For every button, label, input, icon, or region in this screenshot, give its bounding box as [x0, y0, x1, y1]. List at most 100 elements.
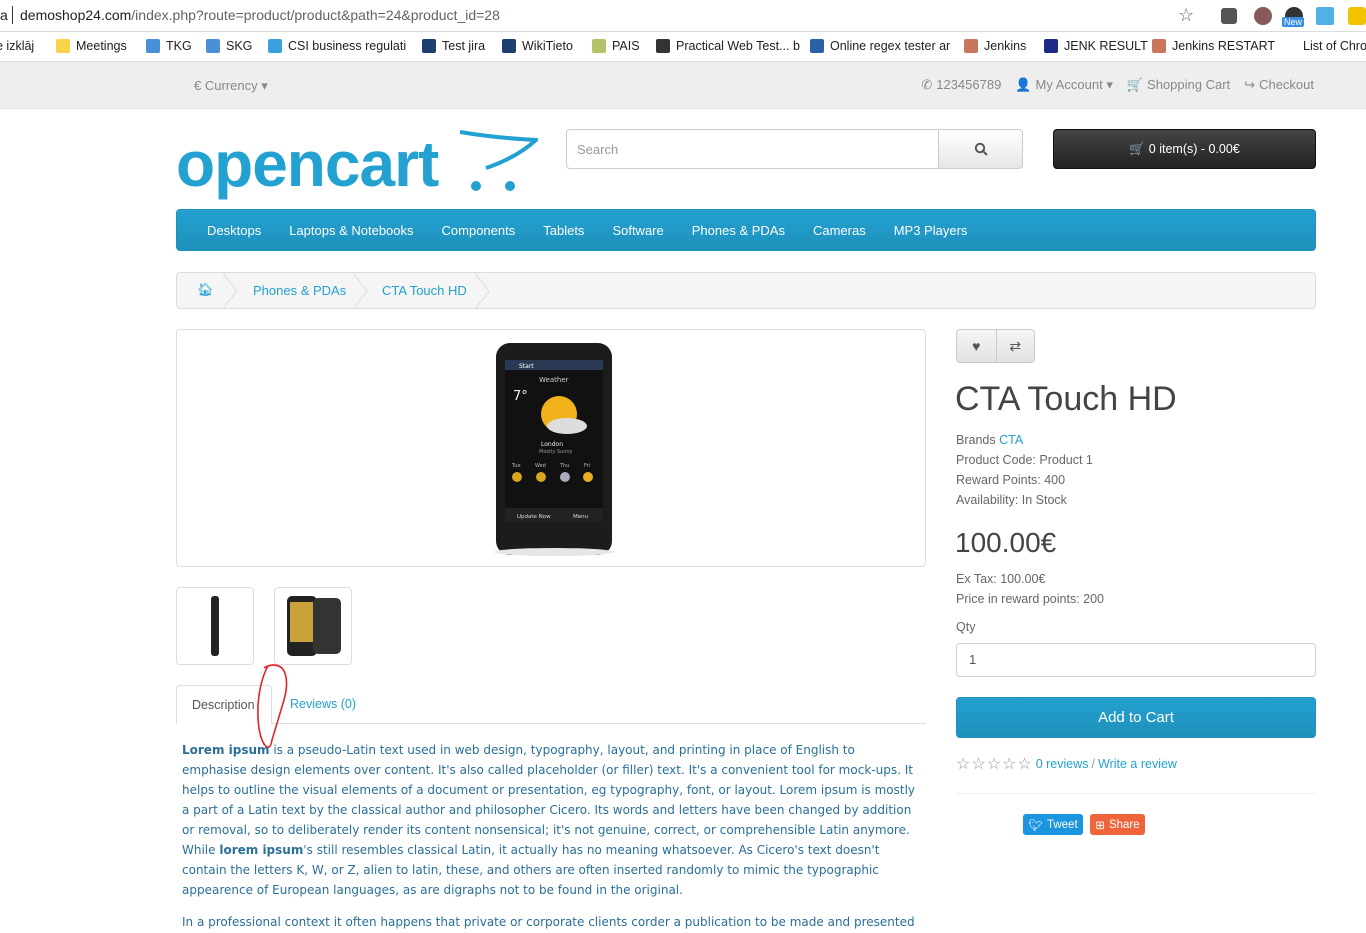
caret-down-icon: ▾	[1106, 77, 1113, 92]
bookmark-label: Jenkins	[984, 39, 1027, 53]
bookmark-item[interactable]: PAIS	[592, 39, 640, 53]
my-account-text: My Account	[1035, 77, 1103, 92]
address-divider	[12, 6, 13, 24]
menu-item[interactable]: Laptops & Notebooks	[275, 223, 427, 238]
bookmark-item[interactable]: Online regex tester ar	[810, 39, 950, 53]
extension-new-badge: New	[1282, 17, 1305, 27]
menu-item[interactable]: MP3 Players	[880, 223, 982, 238]
menu-item[interactable]: Cameras	[799, 223, 880, 238]
share-label: Share	[1108, 818, 1140, 831]
add-to-cart-button[interactable]: Add to Cart	[956, 697, 1316, 738]
breadcrumb-product[interactable]: CTA Touch HD	[382, 283, 467, 298]
currency-label: € Currency	[194, 78, 258, 93]
my-account-link[interactable]: 👤 My Account ▾	[1015, 77, 1113, 93]
breadcrumb-phones[interactable]: Phones & PDAs	[253, 283, 346, 298]
phone-weather-text: Weather	[539, 376, 569, 384]
bookmark-label: TKG	[166, 39, 192, 53]
bookmark-label: CSI business regulati	[288, 39, 407, 53]
menu-item[interactable]: Tablets	[529, 223, 598, 238]
address-bar[interactable]: a demoshop24.com/index.php?route=product…	[0, 0, 1366, 32]
bookmark-item[interactable]: WikiTieto	[502, 39, 573, 53]
wishlist-compare-group: ♥ ⇄	[956, 329, 1035, 363]
cart-button[interactable]: 🛒 0 item(s) - 0.00€	[1053, 129, 1316, 169]
divider	[956, 793, 1316, 794]
bookmark-favicon-icon	[656, 39, 670, 53]
bookmark-label: PAIS	[612, 39, 640, 53]
phone-shadow	[494, 548, 614, 556]
brand-link[interactable]: CTA	[999, 433, 1023, 447]
home-icon[interactable]: 🏠︎	[197, 282, 214, 298]
extension-icon-4[interactable]	[1316, 7, 1334, 25]
bookmark-item[interactable]: Meetings	[56, 39, 127, 53]
star-icon[interactable]: ☆	[971, 756, 985, 773]
checkout-link[interactable]: ↪ Checkout	[1244, 77, 1314, 93]
bookmark-label: JENK RESULT	[1064, 39, 1148, 53]
tweet-label: Tweet	[1046, 818, 1078, 831]
tab-reviews[interactable]: Reviews (0)	[290, 697, 356, 711]
bookmark-favicon-icon	[206, 39, 220, 53]
reviews-count-link[interactable]: 0 reviews	[1036, 757, 1089, 771]
bookmark-item[interactable]: Jenkins	[964, 39, 1026, 53]
bookmark-label: e izklāj	[0, 39, 35, 53]
bookmark-label: Meetings	[76, 39, 127, 53]
tweet-button[interactable]: 🐦︎ Tweet	[1023, 814, 1083, 835]
bookmark-item[interactable]: Practical Web Test... b	[656, 39, 800, 53]
wishlist-button[interactable]: ♥	[957, 330, 996, 362]
bookmark-item[interactable]: CSI business regulati	[268, 39, 406, 53]
currency-dropdown[interactable]: € Currency ▾	[194, 78, 268, 94]
phone-day-1: Tue	[511, 463, 521, 469]
extension-icon-2[interactable]	[1254, 7, 1272, 25]
plus-icon: ⊞	[1095, 819, 1105, 832]
url-host: demoshop24.com	[20, 7, 132, 23]
bookmark-item[interactable]: Test jira	[422, 39, 485, 53]
shopping-cart-link[interactable]: 🛒 Shopping Cart	[1127, 77, 1230, 93]
bookmark-label: Online regex tester ar	[830, 39, 951, 53]
write-review-link[interactable]: Write a review	[1098, 757, 1177, 771]
bookmark-item[interactable]: Jenkins RESTART	[1152, 39, 1275, 53]
menu-item[interactable]: Desktops	[193, 223, 275, 238]
product-main-image[interactable]: Start Weather 7° London Mostly Sunny Tue…	[176, 329, 926, 567]
extension-icon-1[interactable]	[1221, 8, 1237, 24]
bookmark-favicon-icon	[146, 39, 160, 53]
url-path: /index.php?route=product/product&path=24…	[131, 7, 500, 23]
rating-stars: ☆☆☆☆☆	[956, 754, 1033, 774]
product-thumbnail-2[interactable]	[274, 587, 352, 665]
star-icon[interactable]: ☆	[987, 756, 1001, 773]
phone-forecast-3	[560, 472, 570, 482]
star-icon[interactable]: ☆	[1002, 756, 1016, 773]
extension-icon-5[interactable]	[1348, 7, 1366, 25]
bookmark-star-icon[interactable]: ☆	[1178, 5, 1194, 26]
star-icon[interactable]: ☆	[1017, 756, 1031, 773]
search-input[interactable]: Search	[566, 129, 939, 169]
search-button[interactable]	[938, 129, 1023, 169]
main-menu: Desktops Laptops & Notebooks Components Tab…	[176, 209, 1316, 251]
tabs-divider	[176, 723, 926, 724]
bookmark-item[interactable]: JENK RESULT	[1044, 39, 1148, 53]
bookmark-item[interactable]: TKG	[146, 39, 192, 53]
share-button[interactable]: ⊞ Share	[1090, 814, 1145, 835]
bookmark-item[interactable]: e izklāj	[0, 39, 34, 53]
bookmark-label: WikiTieto	[522, 39, 573, 53]
phone-link[interactable]: ✆ 123456789	[921, 77, 1001, 93]
tab-description[interactable]: Description	[176, 685, 272, 724]
bookmark-item[interactable]: List of Chron	[1283, 39, 1366, 53]
compare-button[interactable]: ⇄	[995, 330, 1035, 362]
product-description: Lorem ipsum is a pseudo-Latin text used …	[182, 740, 922, 900]
bookmark-favicon-icon	[422, 39, 436, 53]
opencart-logo[interactable]: opencart	[176, 128, 538, 200]
url-text[interactable]: demoshop24.com/index.php?route=product/p…	[20, 7, 500, 23]
menu-item[interactable]: Software	[598, 223, 677, 238]
product-thumbnail-1[interactable]	[176, 587, 254, 665]
logo-text: opencart	[176, 128, 439, 200]
bookmark-item[interactable]: SKG	[206, 39, 252, 53]
user-icon: 👤	[1015, 77, 1032, 92]
phone-day-3: Thu	[559, 463, 569, 469]
cart-summary: 0 item(s) - 0.00€	[1148, 142, 1240, 156]
qty-input[interactable]: 1	[956, 643, 1316, 677]
price-details: Ex Tax: 100.00€ Price in reward points: …	[956, 569, 1104, 609]
menu-item[interactable]: Phones & PDAs	[678, 223, 799, 238]
menu-item[interactable]: Components	[428, 223, 530, 238]
desc-lead-bold: Lorem ipsum	[182, 743, 270, 757]
phone-image: Start Weather 7° London Mostly Sunny Tue…	[494, 343, 614, 556]
star-icon[interactable]: ☆	[956, 756, 970, 773]
